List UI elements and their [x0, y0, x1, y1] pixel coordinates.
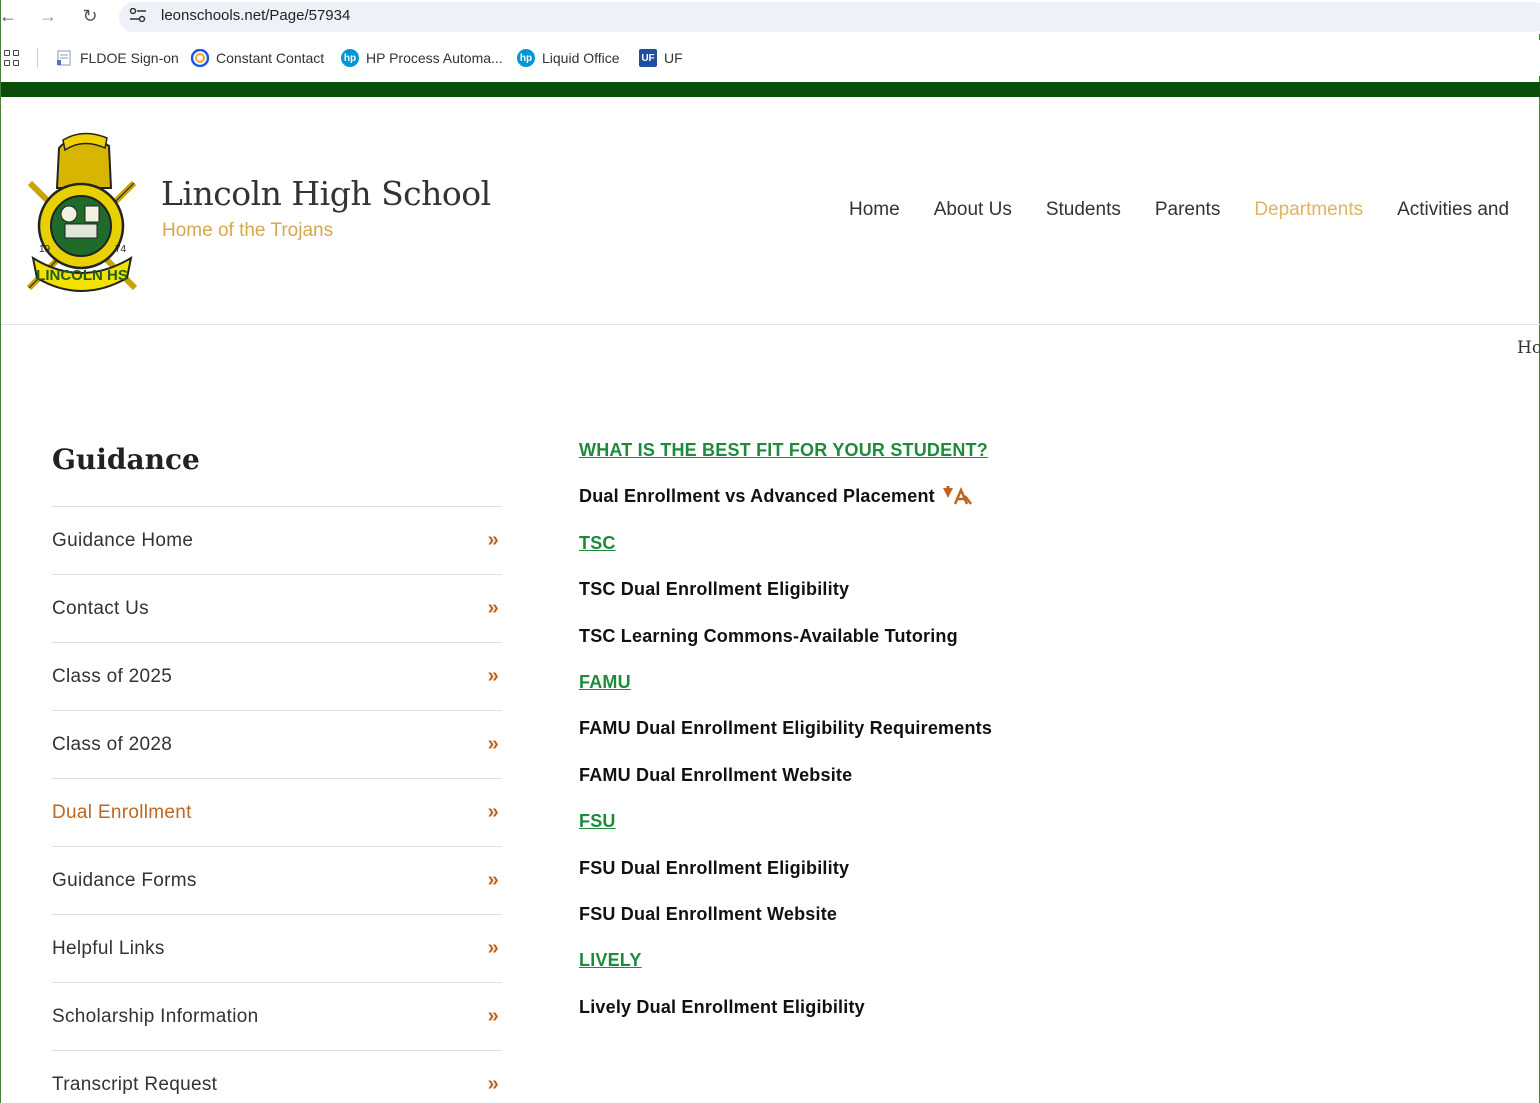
top-brand-bar — [1, 82, 1540, 97]
chevron-right-icon: » — [487, 1005, 499, 1027]
sidebar-title: Guidance — [52, 443, 200, 476]
bookmark-constant-contact[interactable]: Constant Contact — [191, 49, 324, 67]
sidebar-item-guidance-home[interactable]: Guidance Home » — [52, 507, 502, 575]
bookmarks-bar: FLDOE Sign-on Constant Contact hp HP Pro… — [1, 40, 1540, 76]
bookmark-separator — [37, 48, 38, 68]
bookmark-fldoe[interactable]: FLDOE Sign-on — [55, 49, 179, 67]
sidebar-item-class-2025[interactable]: Class of 2025 » — [52, 643, 502, 711]
header-divider — [1, 324, 1540, 325]
content-link[interactable]: FAMU Dual Enrollment Eligibility Require… — [579, 718, 992, 764]
sidebar-item-label: Class of 2028 — [52, 733, 173, 755]
content-link-label: Dual Enrollment vs Advanced Placement — [579, 486, 935, 507]
nav-parents[interactable]: Parents — [1155, 199, 1220, 221]
document-icon — [57, 50, 71, 66]
chevron-right-icon: » — [487, 665, 499, 687]
section-heading[interactable]: FAMU — [579, 672, 992, 718]
content-link[interactable]: FAMU Dual Enrollment Website — [579, 765, 992, 811]
url-text[interactable]: leonschools.net/Page/57934 — [161, 7, 350, 24]
section-heading[interactable]: FSU — [579, 811, 992, 857]
content-link[interactable]: Dual Enrollment vs Advanced Placement — [579, 486, 992, 532]
sidebar-item-class-2028[interactable]: Class of 2028 » — [52, 711, 502, 779]
chevron-right-icon: » — [487, 801, 499, 823]
chevron-right-icon: » — [487, 529, 499, 551]
school-logo[interactable]: LINCOLN HS 19 74 — [19, 128, 145, 298]
sidebar-item-scholarship-info[interactable]: Scholarship Information » — [52, 983, 502, 1051]
back-arrow-icon[interactable]: ← — [0, 6, 19, 26]
translate-icon[interactable] — [941, 486, 973, 506]
nav-activities[interactable]: Activities and — [1397, 199, 1509, 221]
apps-grid-icon[interactable] — [4, 50, 20, 66]
sidebar-item-label: Guidance Forms — [52, 869, 197, 891]
hp-icon: hp — [341, 49, 359, 67]
sidebar-item-contact-us[interactable]: Contact Us » — [52, 575, 502, 643]
sidebar-menu: Guidance Home » Contact Us » Class of 2025… — [52, 506, 502, 1103]
sidebar-item-label: Class of 2025 — [52, 665, 173, 687]
sidebar-item-transcript-request[interactable]: Transcript Request » — [52, 1051, 502, 1103]
nav-students[interactable]: Students — [1046, 199, 1121, 221]
sidebar-item-label: Guidance Home — [52, 529, 194, 551]
content-link[interactable]: Lively Dual Enrollment Eligibility — [579, 997, 992, 1043]
chevron-right-icon: » — [487, 597, 499, 619]
site-subtitle: Home of the Trojans — [162, 220, 334, 241]
chevron-right-icon: » — [487, 1073, 499, 1095]
svg-text:19: 19 — [39, 244, 51, 255]
section-heading[interactable]: WHAT IS THE BEST FIT FOR YOUR STUDENT? — [579, 440, 992, 486]
sidebar-item-label: Helpful Links — [52, 937, 165, 959]
sidebar-item-label: Scholarship Information — [52, 1005, 259, 1027]
sidebar-item-helpful-links[interactable]: Helpful Links » — [52, 915, 502, 983]
logo-text: LINCOLN HS — [36, 267, 128, 284]
constant-contact-icon — [191, 49, 209, 67]
chevron-right-icon: » — [487, 869, 499, 891]
site-title[interactable]: Lincoln High School — [161, 174, 491, 213]
bookmark-hp-process[interactable]: hp HP Process Automa... — [341, 49, 503, 67]
bookmark-label: UF — [664, 50, 683, 66]
sidebar-item-guidance-forms[interactable]: Guidance Forms » — [52, 847, 502, 915]
sidebar-item-label: Dual Enrollment — [52, 801, 192, 823]
site-settings-icon[interactable] — [129, 8, 147, 22]
nav-home[interactable]: Home — [849, 199, 900, 221]
main-nav: Home About Us Students Parents Departmen… — [849, 199, 1540, 221]
content-link[interactable]: TSC Dual Enrollment Eligibility — [579, 579, 992, 625]
nav-about-us[interactable]: About Us — [934, 199, 1012, 221]
content-link[interactable]: FSU Dual Enrollment Website — [579, 904, 992, 950]
bookmark-label: Constant Contact — [216, 50, 325, 66]
nav-departments[interactable]: Departments — [1254, 199, 1363, 221]
uf-icon: UF — [639, 49, 657, 67]
bookmark-label: HP Process Automa... — [366, 50, 503, 66]
section-heading[interactable]: TSC — [579, 533, 992, 579]
sidebar-item-dual-enrollment[interactable]: Dual Enrollment » — [52, 779, 502, 847]
chevron-right-icon: » — [487, 937, 499, 959]
svg-text:74: 74 — [115, 244, 127, 255]
content-link[interactable]: FSU Dual Enrollment Eligibility — [579, 858, 992, 904]
bookmark-uf[interactable]: UF UF — [639, 49, 683, 67]
sidebar-item-label: Contact Us — [52, 597, 149, 619]
bookmark-label: Liquid Office — [542, 50, 620, 66]
section-heading[interactable]: LIVELY — [579, 950, 992, 996]
forward-arrow-icon[interactable]: → — [37, 6, 59, 26]
chevron-right-icon: » — [487, 733, 499, 755]
main-content: WHAT IS THE BEST FIT FOR YOUR STUDENT? D… — [579, 440, 992, 1043]
breadcrumb[interactable]: Ho — [1517, 338, 1540, 358]
bookmark-liquid-office[interactable]: hp Liquid Office — [517, 49, 620, 67]
hp-icon: hp — [517, 49, 535, 67]
bookmark-label: FLDOE Sign-on — [80, 50, 179, 66]
sidebar-item-label: Transcript Request — [52, 1073, 218, 1095]
reload-icon[interactable]: ↻ — [79, 6, 101, 26]
content-link[interactable]: TSC Learning Commons-Available Tutoring — [579, 626, 992, 672]
browser-toolbar: ← → ↻ leonschools.net/Page/57934 — [0, 0, 1540, 34]
